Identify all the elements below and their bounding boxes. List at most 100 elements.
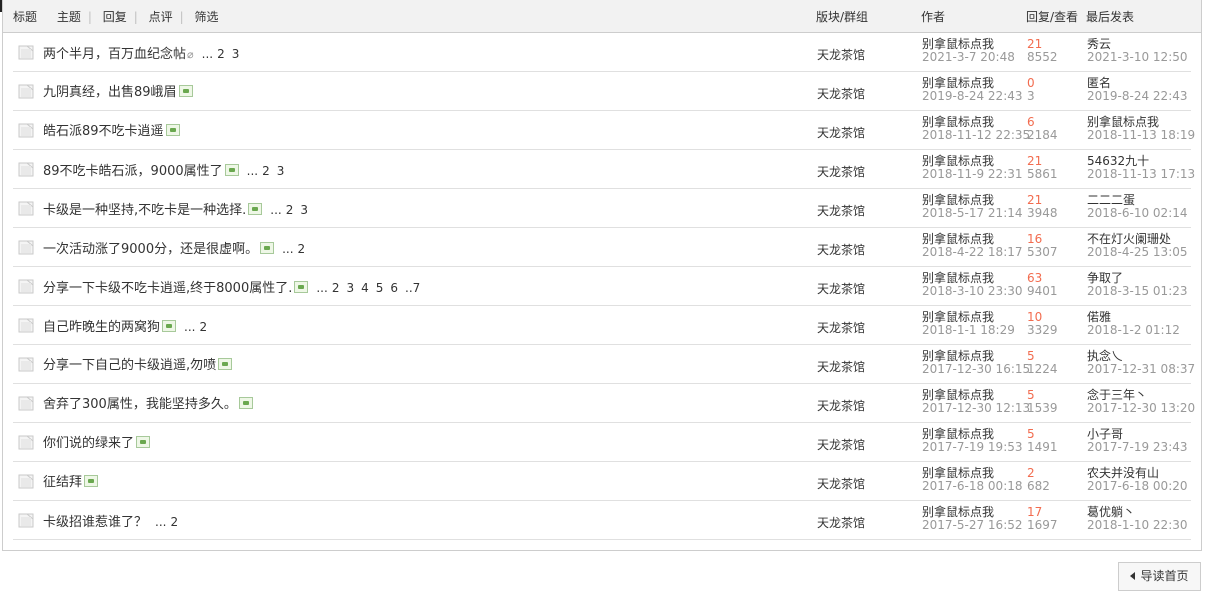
counts-cell: 5 1224: [1027, 350, 1058, 376]
page-link[interactable]: ..7: [405, 281, 420, 295]
page-link[interactable]: 2: [262, 164, 270, 178]
thread-title-link[interactable]: 皓石派89不吃卡逍遥: [43, 124, 164, 139]
folder-icon[interactable]: [18, 240, 34, 255]
folder-icon[interactable]: [18, 123, 34, 138]
folder-icon[interactable]: [18, 318, 34, 333]
folder-icon[interactable]: [18, 435, 34, 450]
counts-cell: 5 1539: [1027, 389, 1058, 415]
folder-icon[interactable]: [18, 474, 34, 489]
post-date: 2017-6-18 00:18: [922, 479, 1023, 493]
last-post-date[interactable]: 2017-7-19 23:43: [1087, 441, 1188, 454]
last-post-date[interactable]: 2017-6-18 00:20: [1087, 480, 1188, 493]
thread-title[interactable]: 一次活动涨了9000分，还是很虚啊。 ... 2: [43, 241, 312, 258]
thread-title[interactable]: 你们说的绿来了: [43, 436, 151, 452]
guide-home-button[interactable]: 导读首页: [1118, 562, 1201, 591]
forum-link[interactable]: 天龙茶馆: [817, 475, 865, 492]
forum-link[interactable]: 天龙茶馆: [817, 319, 865, 336]
filter-comments[interactable]: 点评: [149, 10, 173, 24]
folder-icon[interactable]: [18, 279, 34, 294]
page-link[interactable]: 2: [170, 515, 178, 529]
thread-title[interactable]: 分享一下卡级不吃卡逍遥,终于8000属性了.... 2 3 4 5 6 ..7: [43, 280, 427, 297]
folder-icon[interactable]: [18, 513, 34, 528]
thread-title-link[interactable]: 两个半月，百万血纪念帖: [43, 47, 186, 62]
thread-title[interactable]: 九阴真经，出售89峨眉: [43, 85, 193, 101]
page-link[interactable]: 3: [300, 203, 308, 217]
last-post-date[interactable]: 2017-12-31 08:37: [1087, 363, 1195, 376]
thread-title-link[interactable]: 卡级是一种坚持,不吃卡是一种选择.: [43, 203, 246, 218]
last-post-date[interactable]: 2018-4-25 13:05: [1087, 246, 1188, 259]
thread-title[interactable]: 卡级招谁惹谁了？ ... 2: [43, 514, 185, 531]
page-link[interactable]: 6: [390, 281, 398, 295]
last-post-date[interactable]: 2018-3-15 01:23: [1087, 285, 1188, 298]
page-link[interactable]: 2: [298, 242, 306, 256]
thread-title[interactable]: 89不吃卡皓石派，9000属性了 ... 2 3: [43, 163, 291, 180]
forum-link[interactable]: 天龙茶馆: [817, 280, 865, 297]
last-post-date[interactable]: 2019-8-24 22:43: [1087, 90, 1188, 103]
last-post-date[interactable]: 2018-6-10 02:14: [1087, 207, 1188, 220]
thread-title[interactable]: 卡级是一种坚持,不吃卡是一种选择. ... 2 3: [43, 202, 315, 219]
thread-title-link[interactable]: 分享一下自己的卡级逍遥,勿喷: [43, 358, 216, 373]
thread-title[interactable]: 自己昨晚生的两窝狗 ... 2: [43, 319, 214, 336]
counts-cell: 63 9401: [1027, 272, 1058, 298]
page-link[interactable]: 3: [346, 281, 354, 295]
page-link[interactable]: 3: [277, 164, 285, 178]
forum-link[interactable]: 天龙茶馆: [817, 124, 865, 141]
thread-title[interactable]: 征结拜: [43, 475, 99, 491]
folder-icon[interactable]: [18, 396, 34, 411]
replies-column-label: 回复/查看: [1026, 10, 1079, 24]
forum-link[interactable]: 天龙茶馆: [817, 514, 865, 531]
page-link[interactable]: 5: [376, 281, 384, 295]
forum-link[interactable]: 天龙茶馆: [817, 358, 865, 375]
thread-title-link[interactable]: 你们说的绿来了: [43, 436, 134, 451]
thread-title[interactable]: 皓石派89不吃卡逍遥: [43, 124, 180, 140]
post-date: 2017-12-30 12:13: [922, 401, 1031, 415]
folder-icon[interactable]: [18, 357, 34, 372]
last-post-date[interactable]: 2018-11-13 18:19: [1087, 129, 1195, 142]
forum-link[interactable]: 天龙茶馆: [817, 241, 865, 258]
thread-title[interactable]: 分享一下自己的卡级逍遥,勿喷: [43, 358, 233, 374]
thread-title-link[interactable]: 九阴真经，出售89峨眉: [43, 85, 177, 100]
folder-icon[interactable]: [18, 45, 34, 60]
last-post-date[interactable]: 2017-12-30 13:20: [1087, 402, 1195, 415]
forum-link[interactable]: 天龙茶馆: [817, 202, 865, 219]
page-link[interactable]: 2: [217, 47, 225, 61]
thread-title-link[interactable]: 89不吃卡皓石派，9000属性了: [43, 164, 223, 179]
last-post-date[interactable]: 2018-1-2 01:12: [1087, 324, 1180, 337]
page-link[interactable]: 2: [199, 320, 207, 334]
page-link[interactable]: 2: [286, 203, 294, 217]
thread-title-link[interactable]: 卡级招谁惹谁了？: [43, 515, 147, 530]
forum-link[interactable]: 天龙茶馆: [817, 163, 865, 180]
forum-link[interactable]: 天龙茶馆: [817, 397, 865, 414]
paperclip-icon: ⌀: [187, 48, 194, 61]
thread-row: 两个半月，百万血纪念帖⌀ ... 2 3 天龙茶馆 别拿鼠标点我 2021-3-7 20:4…: [13, 33, 1191, 72]
forum-link[interactable]: 天龙茶馆: [817, 436, 865, 453]
page-link[interactable]: 2: [332, 281, 340, 295]
last-post-date[interactable]: 2018-1-10 22:30: [1087, 519, 1188, 532]
folder-icon[interactable]: [18, 84, 34, 99]
page-link[interactable]: 3: [232, 47, 240, 61]
thread-title[interactable]: 舍弃了300属性，我能坚持多久。: [43, 397, 253, 413]
last-post-cell: 不在灯火阑珊处 2018-4-25 13:05: [1087, 233, 1188, 259]
page-link[interactable]: 4: [361, 281, 369, 295]
thread-title-link[interactable]: 分享一下卡级不吃卡逍遥,终于8000属性了.: [43, 281, 292, 296]
counts-cell: 21 8552: [1027, 38, 1058, 64]
thread-title-link[interactable]: 自己昨晚生的两窝狗: [43, 320, 160, 335]
image-attachment-icon: [84, 475, 99, 487]
thread-title-link[interactable]: 一次活动涨了9000分，还是很虚啊。: [43, 242, 258, 257]
thread-title-link[interactable]: 舍弃了300属性，我能坚持多久。: [43, 397, 237, 412]
folder-icon[interactable]: [18, 201, 34, 216]
thread-title[interactable]: 两个半月，百万血纪念帖⌀ ... 2 3: [43, 46, 246, 63]
post-date: 2018-5-17 21:14: [922, 206, 1023, 220]
filter-replies[interactable]: 回复: [103, 10, 127, 24]
filter-screen[interactable]: 筛选: [195, 10, 219, 24]
forum-link[interactable]: 天龙茶馆: [817, 46, 865, 63]
thread-title-link[interactable]: 征结拜: [43, 475, 82, 490]
divider: |: [87, 10, 92, 24]
filter-threads[interactable]: 主题: [57, 10, 81, 24]
last-post-date[interactable]: 2021-3-10 12:50: [1087, 51, 1188, 64]
divider: |: [133, 10, 138, 24]
folder-icon[interactable]: [18, 162, 34, 177]
divider: |: [179, 10, 184, 24]
last-post-date[interactable]: 2018-11-13 17:13: [1087, 168, 1195, 181]
forum-link[interactable]: 天龙茶馆: [817, 85, 865, 102]
